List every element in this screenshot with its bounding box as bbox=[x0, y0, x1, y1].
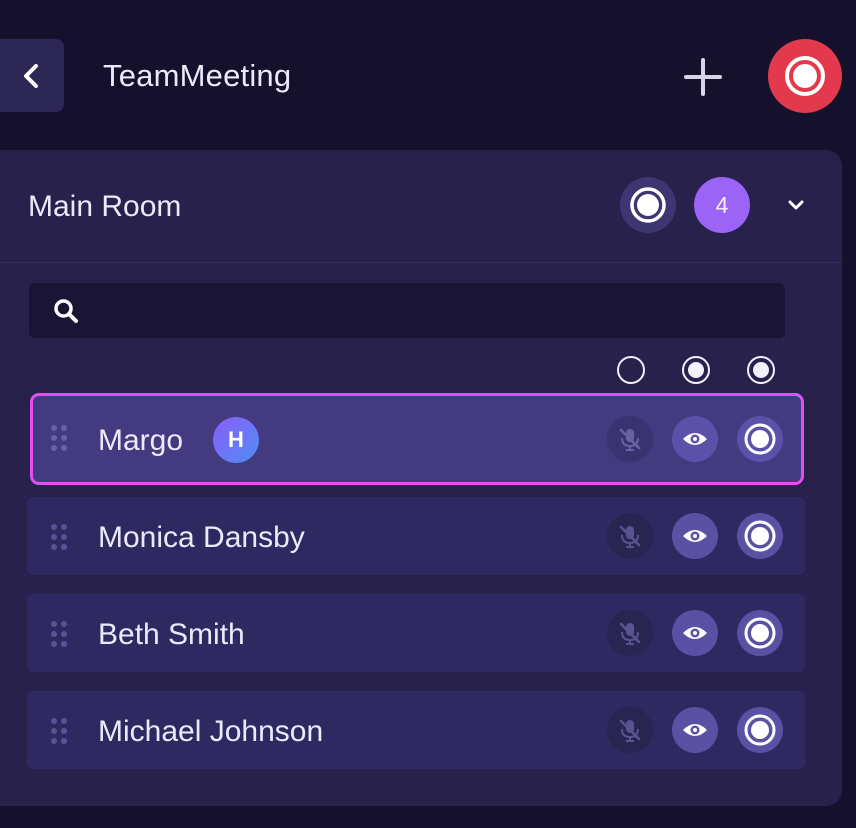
broadcast-button[interactable] bbox=[737, 513, 783, 559]
mute-button[interactable] bbox=[607, 707, 653, 753]
top-bar: TeamMeeting bbox=[0, 0, 856, 150]
mute-button[interactable] bbox=[607, 610, 653, 656]
eye-icon bbox=[683, 530, 707, 542]
back-button[interactable] bbox=[0, 39, 64, 112]
broadcast-icon bbox=[744, 423, 776, 455]
view-button[interactable] bbox=[672, 513, 718, 559]
drag-handle-icon[interactable] bbox=[49, 620, 69, 648]
participant-row[interactable]: Beth Smith bbox=[27, 594, 805, 672]
participant-search bbox=[29, 283, 785, 338]
record-button[interactable] bbox=[768, 39, 842, 113]
mute-button[interactable] bbox=[607, 416, 653, 462]
participant-name: Michael Johnson bbox=[98, 715, 324, 748]
view-all-toggle[interactable] bbox=[682, 356, 710, 384]
broadcast-button[interactable] bbox=[737, 707, 783, 753]
view-button[interactable] bbox=[672, 707, 718, 753]
search-icon bbox=[51, 296, 81, 326]
eye-icon bbox=[683, 724, 707, 736]
mic-off-icon bbox=[619, 622, 641, 645]
eye-icon bbox=[683, 433, 707, 445]
participant-name: Beth Smith bbox=[98, 618, 245, 651]
view-button[interactable] bbox=[672, 610, 718, 656]
view-button[interactable] bbox=[672, 416, 718, 462]
drag-handle-icon[interactable] bbox=[49, 424, 69, 452]
mic-off-icon bbox=[619, 525, 641, 548]
broadcast-button[interactable] bbox=[737, 610, 783, 656]
participant-row[interactable]: Michael Johnson bbox=[27, 691, 805, 769]
drag-handle-icon[interactable] bbox=[49, 717, 69, 745]
eye-icon bbox=[683, 627, 707, 639]
add-room-button[interactable] bbox=[681, 55, 725, 99]
mute-all-toggle[interactable] bbox=[617, 356, 645, 384]
room-panel: Main Room 4 Margo H Monica Dansby Beth S… bbox=[0, 150, 842, 806]
drag-handle-icon[interactable] bbox=[49, 523, 69, 551]
record-icon bbox=[785, 56, 825, 96]
broadcast-icon bbox=[744, 520, 776, 552]
broadcast-icon bbox=[744, 617, 776, 649]
mute-button[interactable] bbox=[607, 513, 653, 559]
plus-icon bbox=[684, 58, 722, 96]
participant-row[interactable]: Monica Dansby bbox=[27, 497, 805, 575]
participant-row[interactable]: Margo H bbox=[30, 393, 804, 485]
participant-count-badge: 4 bbox=[694, 177, 750, 233]
search-input[interactable] bbox=[93, 289, 773, 332]
room-expand-toggle[interactable] bbox=[778, 187, 814, 223]
participant-name: Monica Dansby bbox=[98, 521, 305, 554]
participant-name: Margo bbox=[98, 424, 184, 457]
chevron-left-icon bbox=[24, 63, 38, 88]
room-header[interactable]: Main Room 4 bbox=[0, 150, 842, 263]
broadcast-icon bbox=[744, 714, 776, 746]
room-broadcast-button[interactable] bbox=[620, 177, 676, 233]
host-badge: H bbox=[213, 417, 259, 463]
chevron-down-icon bbox=[788, 200, 804, 210]
broadcast-all-toggle[interactable] bbox=[747, 356, 775, 384]
broadcast-button[interactable] bbox=[737, 416, 783, 462]
room-title: Main Room bbox=[28, 190, 182, 223]
app-title: TeamMeeting bbox=[103, 58, 292, 93]
broadcast-icon bbox=[630, 187, 666, 223]
mic-off-icon bbox=[619, 428, 641, 451]
mic-off-icon bbox=[619, 719, 641, 742]
